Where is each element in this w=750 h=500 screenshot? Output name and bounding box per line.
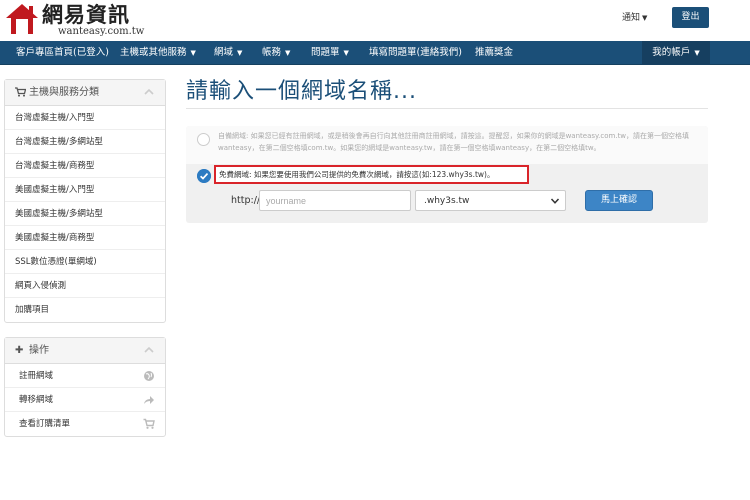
nav-item-label: 網域: [214, 47, 234, 58]
sidebar-item-us-basic[interactable]: 美國虛擬主機/入門型: [5, 178, 165, 202]
panel-header[interactable]: 主機與服務分類: [5, 80, 165, 106]
nav-item-services[interactable]: 主機或其他服務 ▼: [120, 41, 196, 65]
sidebar-actions-panel: ✚ 操作 註冊網域 轉移網域 查看訂購清單: [4, 337, 166, 437]
top-bar: 網易資訊 wanteasy.com.tw 通知 ▼ 登出: [0, 0, 750, 41]
notify-menu[interactable]: 通知 ▼: [622, 12, 647, 24]
nav-item-label: 帳務: [262, 47, 282, 58]
nav-item-client-home[interactable]: 客戶專區首頁(已登入): [16, 41, 109, 65]
sidebar-item-tw-basic[interactable]: 台灣虛擬主機/入門型: [5, 106, 165, 130]
other-domain-option[interactable]: 自備網域: 如果您已經有註冊網域，或是稍後會再自行向其他註冊商註冊網域，請按這。…: [186, 126, 708, 164]
plus-icon: ✚: [15, 345, 24, 356]
nav-account-label: 我的帳戶: [652, 47, 691, 58]
sidebar-categories-panel: 主機與服務分類 台灣虛擬主機/入門型 台灣虛擬主機/多網站型 台灣虛擬主機/商務…: [4, 79, 166, 323]
caret-down-icon: ▼: [642, 14, 648, 22]
sidebar-item-label: 查看訂購清單: [19, 419, 71, 429]
chevron-up-icon[interactable]: [143, 344, 155, 356]
cart-icon: [15, 87, 27, 101]
sidebar-item-tw-multisite[interactable]: 台灣虛擬主機/多網站型: [5, 130, 165, 154]
domain-suffix-select[interactable]: .why3s.tw: [415, 190, 566, 211]
nav-item-tickets[interactable]: 問題單 ▼: [311, 41, 349, 65]
brand-domain: wanteasy.com.tw: [58, 26, 145, 37]
nav-item-domains[interactable]: 網域 ▼: [214, 41, 242, 65]
notify-label: 通知: [622, 13, 641, 23]
nav-item-label: 主機或其他服務: [120, 47, 187, 58]
nav-item-billing[interactable]: 帳務 ▼: [262, 41, 290, 65]
other-domain-text: 自備網域: 如果您已經有註冊網域，或是稍後會再自行向其他註冊商註冊網域，請按這。…: [218, 132, 690, 152]
confirm-button[interactable]: 馬上確認: [585, 190, 653, 211]
site-logo[interactable]: 網易資訊 wanteasy.com.tw: [4, 2, 154, 38]
sidebar-item-transfer-domain[interactable]: 轉移網域: [5, 388, 165, 412]
sidebar-item-label: 註冊網域: [19, 371, 54, 381]
chevron-up-icon[interactable]: [143, 86, 155, 98]
panel-title: 操作: [29, 345, 49, 356]
nav-item-open-ticket[interactable]: 填寫問題單(連絡我們): [369, 41, 462, 65]
chevron-down-icon: [550, 198, 560, 204]
panel-header[interactable]: ✚ 操作: [5, 338, 165, 364]
free-domain-text: 免費網域: 如果您要使用我們公司提供的免費次網域，請按這(如:123.why3s…: [219, 170, 495, 179]
brand-name: 網易資訊: [42, 2, 130, 27]
free-domain-highlight[interactable]: 免費網域: 如果您要使用我們公司提供的免費次網域，請按這(如:123.why3s…: [214, 165, 529, 184]
sidebar-item-tw-business[interactable]: 台灣虛擬主機/商務型: [5, 154, 165, 178]
sidebar-item-register-domain[interactable]: 註冊網域: [5, 364, 165, 388]
caret-down-icon: ▼: [343, 49, 349, 57]
sidebar-item-addons[interactable]: 加購項目: [5, 298, 165, 322]
main-nav: 客戶專區首頁(已登入) 主機或其他服務 ▼ 網域 ▼ 帳務 ▼ 問題單 ▼ 填寫問題單(…: [0, 41, 750, 65]
nav-my-account[interactable]: 我的帳戶 ▼: [642, 41, 710, 65]
title-divider: [186, 108, 708, 109]
sidebar-item-us-business[interactable]: 美國虛擬主機/商務型: [5, 226, 165, 250]
check-circle-icon[interactable]: [197, 169, 211, 183]
sidebar-item-ssl[interactable]: SSL數位憑證(單網域): [5, 250, 165, 274]
other-domain-radio[interactable]: [197, 133, 210, 146]
nav-item-label: 推薦獎金: [475, 47, 514, 58]
sidebar-item-us-multisite[interactable]: 美國虛擬主機/多網站型: [5, 202, 165, 226]
sidebar-item-view-cart[interactable]: 查看訂購清單: [5, 412, 165, 436]
caret-down-icon: ▼: [694, 49, 700, 57]
suffix-selected-value: .why3s.tw: [424, 196, 470, 206]
http-prefix-label: http://: [231, 195, 261, 206]
domain-options-box: 自備網域: 如果您已經有註冊網域，或是稍後會再自行向其他註冊商註冊網域，請按這。…: [186, 126, 708, 223]
cart-icon: [143, 418, 155, 429]
globe-icon: [144, 371, 154, 381]
caret-down-icon: ▼: [190, 49, 196, 57]
share-icon: [144, 396, 154, 404]
nav-item-label: 填寫問題單(連絡我們): [369, 47, 462, 58]
house-logo-icon: [6, 4, 38, 34]
free-domain-option: 免費網域: 如果您要使用我們公司提供的免費次網域，請按這(如:123.why3s…: [186, 164, 708, 223]
panel-title: 主機與服務分類: [29, 87, 99, 98]
caret-down-icon: ▼: [285, 49, 291, 57]
nav-item-label: 問題單: [311, 47, 340, 58]
logout-button[interactable]: 登出: [672, 7, 709, 28]
caret-down-icon: ▼: [237, 49, 243, 57]
nav-item-affiliates[interactable]: 推薦獎金: [475, 41, 513, 65]
sidebar-item-intrusion-detect[interactable]: 網頁入侵偵測: [5, 274, 165, 298]
domain-name-input[interactable]: [259, 190, 411, 211]
nav-item-label: 客戶專區首頁(已登入): [16, 47, 109, 58]
page-title: 請輸入一個網域名稱...: [186, 79, 417, 104]
sidebar-item-label: 轉移網域: [19, 395, 54, 405]
